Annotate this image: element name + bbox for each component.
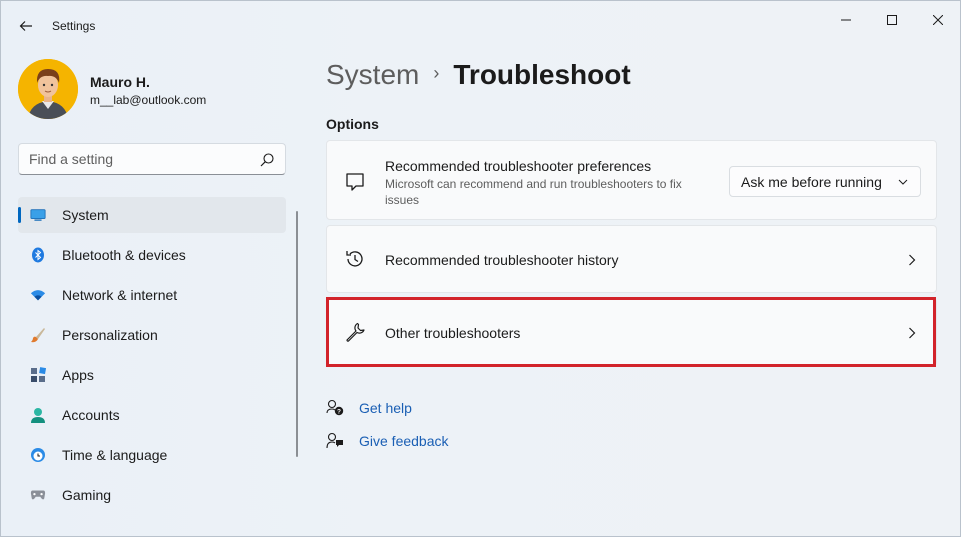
back-button[interactable] [13,13,39,39]
minimize-button[interactable] [823,5,869,35]
dropdown-selected-value: Ask me before running [741,174,882,190]
give-feedback-link[interactable]: Give feedback [326,430,449,452]
minimize-icon [841,19,851,21]
avatar[interactable] [18,59,78,119]
message-icon [346,173,364,191]
search-icon[interactable] [259,152,275,168]
card-title: Other troubleshooters [385,325,521,341]
apps-icon [30,367,46,383]
brush-icon [30,327,46,343]
sidebar-item-accounts[interactable]: Accounts [18,397,286,433]
get-help-link[interactable]: ? Get help [326,397,412,419]
wrench-icon [346,322,365,342]
svg-text:?: ? [337,409,341,416]
card-title: Recommended troubleshooter preferences [385,158,652,174]
maximize-button[interactable] [869,5,915,35]
wifi-icon [30,287,46,303]
sidebar-item-label: Gaming [62,487,112,503]
user-avatar-icon [18,59,78,119]
breadcrumb-parent[interactable]: System [326,59,419,90]
active-indicator [18,207,21,223]
breadcrumb-separator-icon: › [433,63,440,83]
sidebar-item-label: System [62,207,109,223]
settings-window: Settings Mauro H. m__lab@outlook.com Fin… [0,0,961,537]
other-troubleshooters-card[interactable]: Other troubleshooters [326,298,937,366]
sidebar-item-label: Network & internet [62,287,178,303]
breadcrumb: System › Troubleshoot [326,59,631,91]
sidebar-item-network[interactable]: Network & internet [18,277,286,313]
give-feedback-label: Give feedback [359,433,449,449]
sidebar-item-label: Apps [62,367,94,383]
troubleshooter-preference-dropdown[interactable]: Ask me before running [729,166,921,197]
sidebar-scrollbar[interactable] [296,211,298,457]
history-icon [346,251,363,267]
chevron-down-icon [898,179,908,185]
troubleshooter-history-card[interactable]: Recommended troubleshooter history [326,225,937,293]
close-icon [933,15,943,25]
sidebar-item-personalization[interactable]: Personalization [18,317,286,353]
user-name: Mauro H. [90,74,150,90]
feedback-icon [326,432,343,449]
chevron-right-icon [909,254,916,266]
help-icon: ? [326,399,344,416]
sidebar-item-apps[interactable]: Apps [18,357,286,393]
system-icon [30,207,46,223]
card-title: Recommended troubleshooter history [385,252,619,268]
sidebar-item-label: Bluetooth & devices [62,247,186,263]
globe-clock-icon [30,447,46,463]
sidebar-nav: System Bluetooth & devices Network & int… [18,197,286,517]
maximize-icon [887,15,897,25]
page-title: Troubleshoot [453,59,631,90]
title-bar: Settings [1,1,961,51]
sidebar-item-bluetooth[interactable]: Bluetooth & devices [18,237,286,273]
app-title: Settings [52,19,96,33]
back-arrow-icon [19,21,32,31]
sidebar-item-label: Personalization [62,327,158,343]
sidebar-item-label: Accounts [62,407,120,423]
search-input[interactable] [29,151,249,167]
get-help-label: Get help [359,400,412,416]
sidebar-item-system[interactable]: System [18,197,286,233]
section-title: Options [326,116,379,132]
gamepad-icon [30,487,46,503]
card-description: Microsoft can recommend and run troubles… [385,177,682,207]
sidebar-item-time-language[interactable]: Time & language [18,437,286,473]
sidebar-item-label: Time & language [62,447,168,463]
close-button[interactable] [915,5,961,35]
recommended-preferences-card: Recommended troubleshooter preferences M… [326,140,937,220]
user-email: m__lab@outlook.com [90,93,207,107]
accounts-icon [30,407,46,423]
chevron-right-icon [909,327,916,339]
sidebar-item-gaming[interactable]: Gaming [18,477,286,513]
search-box[interactable] [18,143,286,175]
bluetooth-icon [30,247,46,263]
